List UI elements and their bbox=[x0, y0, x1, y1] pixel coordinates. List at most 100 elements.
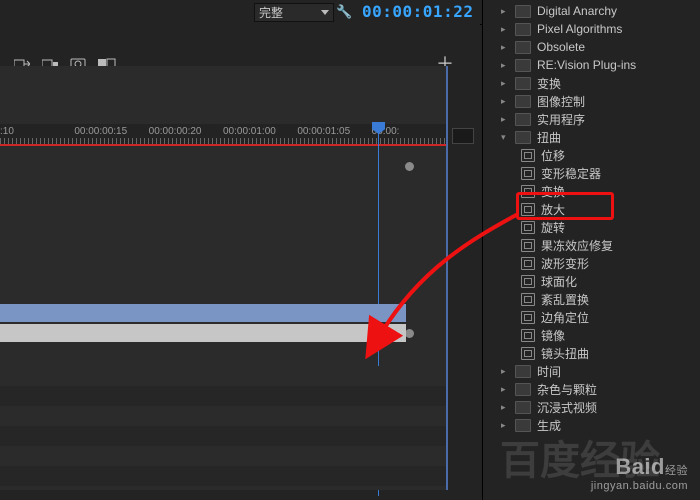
video-clip[interactable] bbox=[0, 304, 406, 322]
effects-tree: ▸ Digital Anarchy ▸ Pixel Algorithms ▸ Obsole… bbox=[483, 2, 700, 500]
effect-label: 波形变形 bbox=[541, 255, 589, 272]
folder-label: Obsolete bbox=[537, 40, 585, 54]
effect-label: 变换 bbox=[541, 183, 565, 200]
watermark-url: jingyan.baidu.com bbox=[591, 480, 688, 492]
effects-folder[interactable]: ▸生成 bbox=[483, 416, 700, 434]
effect-item[interactable]: 紊乱置换 bbox=[483, 290, 700, 308]
preset-icon bbox=[521, 221, 535, 234]
ruler-label: 00:00:00:20 bbox=[149, 126, 223, 137]
chevron-right-icon: ▸ bbox=[501, 96, 509, 107]
watermark-suffix: 经验 bbox=[665, 465, 688, 477]
effect-label: 变形稳定器 bbox=[541, 165, 601, 182]
folder-label: 图像控制 bbox=[537, 93, 585, 110]
chevron-right-icon: ▸ bbox=[501, 24, 509, 35]
wrench-icon[interactable]: 🔧 bbox=[336, 4, 352, 20]
effects-folder[interactable]: ▸时间 bbox=[483, 362, 700, 380]
effect-label: 边角定位 bbox=[541, 309, 589, 326]
effects-panel: ▸ Digital Anarchy ▸ Pixel Algorithms ▸ Obsole… bbox=[482, 0, 700, 500]
keyframe-marker[interactable] bbox=[405, 329, 414, 338]
quality-value: 完整 bbox=[259, 4, 283, 21]
folder-icon bbox=[515, 131, 531, 144]
folder-label: 实用程序 bbox=[537, 111, 585, 128]
effects-folder[interactable]: ▸ Obsolete bbox=[483, 38, 700, 56]
effects-folder[interactable]: ▸ RE:Vision Plug-ins bbox=[483, 56, 700, 74]
effect-item[interactable]: 镜头扭曲 bbox=[483, 344, 700, 362]
chevron-right-icon: ▸ bbox=[501, 114, 509, 125]
track-clips bbox=[0, 304, 406, 342]
effects-folder[interactable]: ▾ 扭曲 bbox=[483, 128, 700, 146]
chevron-right-icon: ▸ bbox=[501, 420, 509, 431]
work-area-bar[interactable] bbox=[0, 144, 446, 146]
effect-label: 球面化 bbox=[541, 273, 577, 290]
preset-icon bbox=[521, 203, 535, 216]
effects-folder[interactable]: ▸ 图像控制 bbox=[483, 92, 700, 110]
ruler-label: :10 bbox=[0, 126, 74, 137]
effect-item[interactable]: 波形变形 bbox=[483, 254, 700, 272]
chevron-right-icon: ▸ bbox=[501, 42, 509, 53]
effect-item[interactable]: 边角定位 bbox=[483, 308, 700, 326]
effect-item[interactable]: 旋转 bbox=[483, 218, 700, 236]
folder-label: Pixel Algorithms bbox=[537, 22, 622, 36]
effects-folder[interactable]: ▸ 杂色与颗粒 bbox=[483, 380, 700, 398]
preset-icon bbox=[521, 239, 535, 252]
preset-icon bbox=[521, 185, 535, 198]
preset-icon bbox=[521, 257, 535, 270]
timeline-scroll-gutter bbox=[448, 66, 480, 490]
timeline-toolbar: ＋ bbox=[0, 24, 480, 67]
ruler-label: 00:00:00:15 bbox=[74, 126, 148, 137]
effects-folder[interactable]: ▸ 实用程序 bbox=[483, 110, 700, 128]
folder-icon bbox=[515, 41, 531, 54]
folder-icon bbox=[515, 95, 531, 108]
timeline-panel: :10 00:00:00:15 00:00:00:20 00:00:01:00 … bbox=[0, 66, 448, 490]
effects-folder[interactable]: ▸ 变换 bbox=[483, 74, 700, 92]
folder-icon bbox=[515, 113, 531, 126]
effects-folder[interactable]: ▸ 沉浸式视频 bbox=[483, 398, 700, 416]
folder-icon bbox=[515, 77, 531, 90]
video-clip[interactable] bbox=[0, 324, 406, 342]
effect-item[interactable]: 镜像 bbox=[483, 326, 700, 344]
folder-label: 沉浸式视频 bbox=[537, 399, 597, 416]
keyframe-marker[interactable] bbox=[405, 162, 414, 171]
chevron-right-icon: ▸ bbox=[501, 78, 509, 89]
ruler-label: 00:00:01:00 bbox=[223, 126, 297, 137]
chevron-right-icon: ▸ bbox=[501, 60, 509, 71]
effect-item[interactable]: 变换 bbox=[483, 182, 700, 200]
folder-label: RE:Vision Plug-ins bbox=[537, 58, 636, 72]
preset-icon bbox=[521, 347, 535, 360]
ruler-label: 00:00:01:05 bbox=[297, 126, 371, 137]
chevron-right-icon: ▸ bbox=[501, 384, 509, 395]
preset-icon bbox=[521, 149, 535, 162]
chevron-down-icon: ▾ bbox=[501, 132, 509, 143]
effect-item[interactable]: 果冻效应修复 bbox=[483, 236, 700, 254]
chevron-right-icon: ▸ bbox=[501, 366, 509, 377]
folder-icon bbox=[515, 365, 531, 378]
folder-icon bbox=[515, 419, 531, 432]
chevron-right-icon: ▸ bbox=[501, 6, 509, 17]
folder-label: 杂色与颗粒 bbox=[537, 381, 597, 398]
track-rows bbox=[0, 366, 446, 490]
effect-item[interactable]: 变形稳定器 bbox=[483, 164, 700, 182]
folder-icon bbox=[515, 23, 531, 36]
effect-label: 紊乱置换 bbox=[541, 291, 589, 308]
effect-item[interactable]: 放大 bbox=[483, 200, 700, 218]
effect-item[interactable]: 位移 bbox=[483, 146, 700, 164]
folder-label: 扭曲 bbox=[537, 129, 561, 146]
preset-icon bbox=[521, 167, 535, 180]
preset-icon bbox=[521, 329, 535, 342]
effects-folder[interactable]: ▸ Pixel Algorithms bbox=[483, 20, 700, 38]
chevron-right-icon: ▸ bbox=[501, 402, 509, 413]
watermark-brand: Baid bbox=[615, 454, 665, 479]
effect-item[interactable]: 球面化 bbox=[483, 272, 700, 290]
effect-label: 放大 bbox=[541, 201, 565, 218]
zoom-scroll-handle[interactable] bbox=[452, 128, 474, 144]
quality-dropdown[interactable]: 完整 bbox=[254, 3, 334, 22]
folder-icon bbox=[515, 401, 531, 414]
folder-label: Digital Anarchy bbox=[537, 4, 617, 18]
chevron-down-icon bbox=[321, 10, 329, 15]
effect-label: 位移 bbox=[541, 147, 565, 164]
effect-label: 旋转 bbox=[541, 219, 565, 236]
folder-icon bbox=[515, 5, 531, 18]
folder-label: 变换 bbox=[537, 75, 561, 92]
effects-folder[interactable]: ▸ Digital Anarchy bbox=[483, 2, 700, 20]
effect-label: 镜像 bbox=[541, 327, 565, 344]
